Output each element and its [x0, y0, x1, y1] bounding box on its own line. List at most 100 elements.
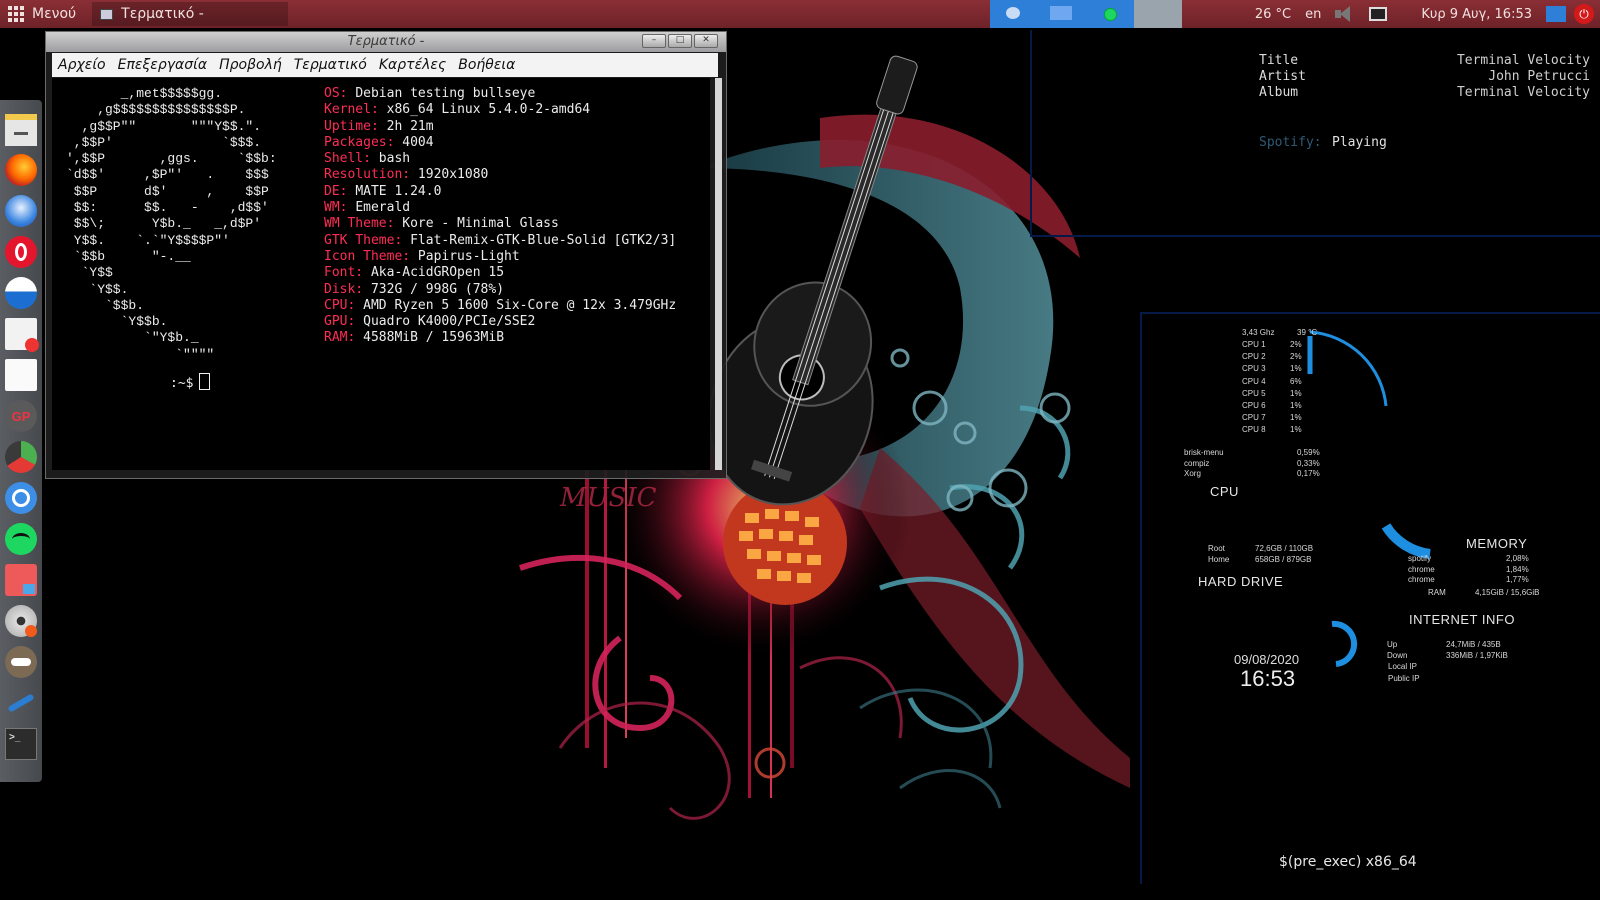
neofetch-row: Resolution: 1920x1080 — [324, 167, 676, 183]
keyboard-layout-indicator[interactable]: en — [1305, 7, 1321, 22]
power-icon[interactable]: ⏻ — [1574, 4, 1594, 24]
cpu-core-name: CPU 8 — [1242, 425, 1266, 435]
spotify-status: Playing — [1332, 135, 1387, 150]
terminal-output[interactable]: _,met$$$$$gg. ,g$$$$$$$$$$$$$$$P. ,g$$P"… — [52, 78, 710, 470]
neofetch-key: WM Theme: — [324, 216, 395, 232]
minimize-button[interactable]: – — [642, 34, 666, 48]
cpu-core-value: 1% — [1290, 413, 1302, 423]
ram-label: RAM — [1428, 588, 1446, 597]
neofetch-row: DE: MATE 1.24.0 — [324, 184, 676, 200]
show-desktop-icon[interactable] — [1546, 6, 1566, 22]
firefox-icon[interactable] — [5, 154, 37, 186]
cpu-process-value: 0,59% — [1297, 448, 1320, 457]
memory-process-name: chrome — [1408, 575, 1435, 584]
screenshot-tool-icon[interactable] — [5, 564, 37, 596]
workspace-3[interactable] — [1086, 0, 1134, 28]
menu-view[interactable]: Προβολή — [219, 57, 282, 73]
disc-burner-icon[interactable] — [5, 605, 37, 637]
workspace-1[interactable] — [990, 0, 1038, 28]
taskbar-terminal-label: Τερματικό - — [121, 6, 204, 22]
menu-help[interactable]: Βοήθεια — [458, 57, 515, 73]
neofetch-key: Packages: — [324, 134, 395, 150]
document-icon[interactable] — [5, 359, 37, 391]
shell-prompt[interactable]: :~$ — [170, 373, 211, 392]
memory-section-label: MEMORY — [1466, 536, 1528, 551]
neofetch-row: GPU: Quadro K4000/PCIe/SSE2 — [324, 314, 676, 330]
neofetch-value: 4588MiB / 15963MiB — [363, 330, 505, 346]
window-controls: – □ ✕ — [642, 34, 718, 48]
reaper-icon[interactable] — [5, 441, 37, 473]
menu-file[interactable]: Αρχείο — [58, 57, 106, 73]
public-ip-label: Public IP — [1388, 674, 1420, 683]
guitar-pro-icon[interactable]: GP — [5, 400, 37, 432]
network-name: Up — [1387, 640, 1398, 649]
neofetch-key: Uptime: — [324, 118, 379, 134]
neofetch-key: OS: — [324, 86, 348, 101]
neofetch-key: Resolution: — [324, 167, 411, 183]
browser-icon[interactable] — [5, 277, 37, 309]
terminal-titlebar[interactable]: Τερματικό - – □ ✕ — [46, 32, 726, 52]
cpu-core-value: 6% — [1290, 376, 1302, 386]
clock-indicator[interactable]: Κυρ 9 Αυγ, 16:53 — [1421, 7, 1532, 22]
menu-terminal[interactable]: Τερματικό — [294, 57, 367, 73]
network-value: 24,7MiB / 435B — [1446, 640, 1501, 649]
neofetch-key: Font: — [324, 265, 364, 281]
terminal-scrollbar[interactable] — [715, 78, 722, 470]
display-icon[interactable] — [1369, 7, 1388, 21]
gimp-icon[interactable] — [5, 646, 37, 678]
cpu-core-name: CPU 2 — [1242, 352, 1266, 362]
ram-value: 4,15GiB / 15,6GiB — [1475, 588, 1540, 597]
volume-icon[interactable] — [1335, 6, 1355, 22]
neofetch-value: 4004 — [402, 134, 434, 150]
spotify-label: Spotify: — [1259, 135, 1322, 150]
thunderbird-icon[interactable] — [5, 195, 37, 227]
main-menu-button[interactable]: Μενού — [0, 0, 86, 28]
menu-tabs[interactable]: Καρτέλες — [379, 57, 446, 73]
track-album: Terminal Velocity — [1456, 85, 1590, 100]
gp-tuner-icon[interactable] — [5, 482, 37, 514]
thunderbird-mini-icon — [1006, 7, 1020, 19]
terminal-window-icon — [100, 8, 114, 20]
neofetch-key: DE: — [324, 183, 348, 199]
debian-ascii-logo: _,met$$$$$gg. ,g$$$$$$$$$$$$$$$P. ,g$$P"… — [66, 86, 277, 362]
neofetch-row: RAM: 4588MiB / 15963MiB — [324, 330, 676, 346]
neofetch-value: Flat-Remix-GTK-Blue-Solid [GTK2/3] — [410, 232, 677, 248]
neofetch-row: OS: Debian testing bullseye — [324, 86, 676, 102]
spotify-icon[interactable] — [5, 523, 37, 555]
memory-process-value: 2,08% — [1506, 554, 1529, 563]
terminal-launcher-icon[interactable]: >_ — [5, 728, 37, 760]
disk-name: Home — [1208, 554, 1230, 564]
workspace-2[interactable] — [1038, 0, 1086, 28]
maximize-button[interactable]: □ — [668, 34, 692, 48]
cpu-process-name: compiz — [1184, 458, 1210, 468]
text-editor-icon[interactable] — [5, 318, 39, 352]
cpu-core-name: CPU 3 — [1242, 364, 1266, 374]
main-menu-label: Μενού — [32, 6, 77, 22]
weather-indicator[interactable]: 26 °C — [1255, 7, 1291, 22]
terminal-title: Τερματικό - — [347, 34, 425, 49]
neofetch-value: Aka-AcidGROpen 15 — [370, 265, 505, 281]
neofetch-value: Papirus-Light — [417, 248, 520, 264]
cpu-section-label: CPU — [1210, 484, 1239, 499]
neofetch-value: 1920x1080 — [417, 167, 489, 183]
cpu-core-name: CPU 5 — [1242, 388, 1266, 398]
network-name: Down — [1387, 650, 1408, 660]
memory-process-name: spotify — [1408, 554, 1432, 563]
taskbar-terminal-button[interactable]: Τερματικό - — [92, 2, 289, 26]
album-label: Album — [1259, 85, 1299, 100]
opera-icon[interactable] — [5, 236, 37, 268]
steam-icon[interactable] — [5, 687, 37, 719]
neofetch-value: Kore - Minimal Glass — [402, 216, 559, 232]
cpu-core-value: 1% — [1290, 388, 1302, 398]
cpu-core-value: 2% — [1290, 352, 1302, 362]
file-manager-icon[interactable] — [5, 114, 37, 146]
terminal-window: Τερματικό - – □ ✕ Αρχείο Επεξεργασία Προ… — [45, 31, 727, 479]
cpu-process-name: brisk-menu — [1184, 448, 1224, 457]
application-dock: GP >_ — [0, 100, 42, 782]
neofetch-row: WM: Emerald — [324, 200, 676, 216]
workspace-4[interactable] — [1134, 0, 1182, 28]
svg-text:MUSIC: MUSIC — [559, 483, 657, 513]
close-button[interactable]: ✕ — [694, 34, 718, 48]
spotify-mini-icon — [1104, 8, 1117, 21]
menu-edit[interactable]: Επεξεργασία — [118, 57, 207, 73]
